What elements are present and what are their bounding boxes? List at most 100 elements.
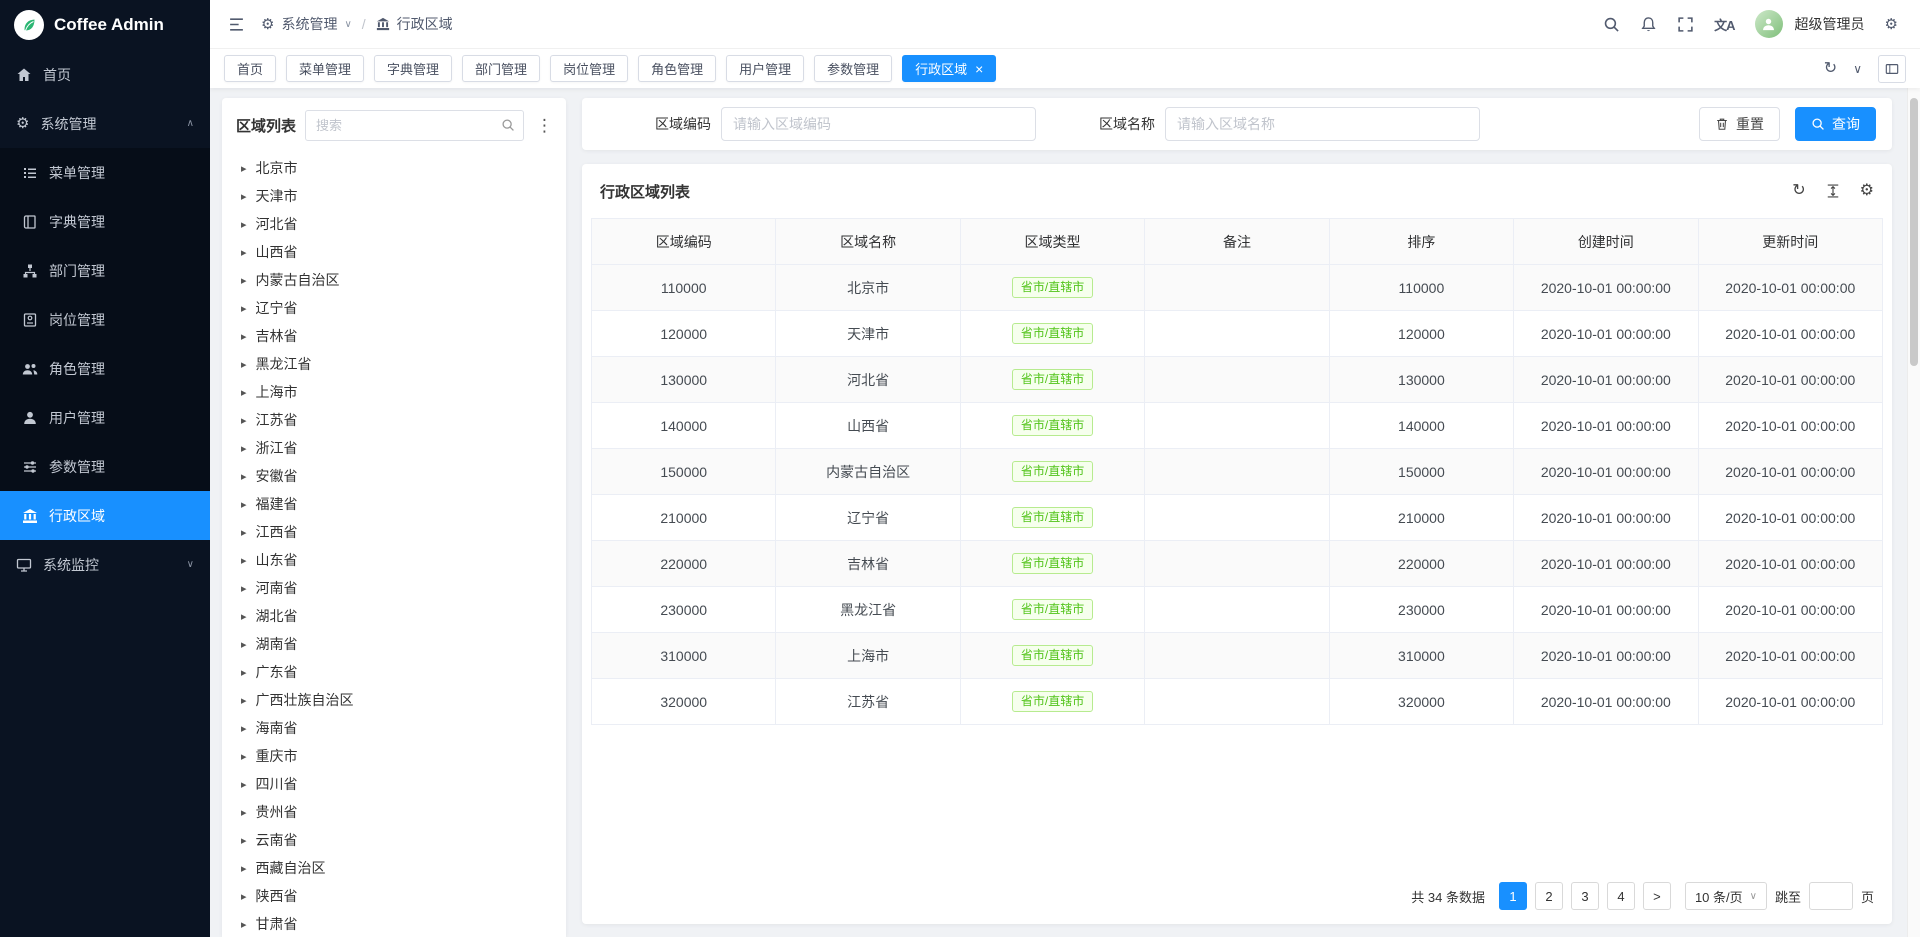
- chevron-down-icon[interactable]: ∨: [1853, 63, 1862, 75]
- tab-user-mgmt[interactable]: 用户管理: [726, 55, 804, 82]
- row-height-icon[interactable]: [1826, 183, 1840, 199]
- sidebar-item-menu-mgmt[interactable]: 菜单管理: [0, 148, 210, 197]
- tree-node[interactable]: ▸ 甘肃省: [222, 910, 566, 937]
- page-button-3[interactable]: 3: [1571, 882, 1599, 910]
- tree-node[interactable]: ▸ 贵州省: [222, 798, 566, 826]
- sidebar-item-dept-mgmt[interactable]: 部门管理: [0, 246, 210, 295]
- tree-node[interactable]: ▸ 内蒙古自治区: [222, 266, 566, 294]
- sidebar-item-home[interactable]: 首页: [0, 50, 210, 99]
- sidebar-item-label: 首页: [43, 65, 71, 85]
- more-options-icon[interactable]: ⋮: [533, 116, 556, 136]
- caret-right-icon: ▸: [241, 498, 247, 511]
- column-header: 区域名称: [776, 219, 960, 265]
- tab-region[interactable]: 行政区域 ×: [902, 55, 996, 82]
- tree-node[interactable]: ▸ 上海市: [222, 378, 566, 406]
- tree-node[interactable]: ▸ 广西壮族自治区: [222, 686, 566, 714]
- tab-post-mgmt[interactable]: 岗位管理: [550, 55, 628, 82]
- region-name-input[interactable]: [1165, 107, 1480, 141]
- table-row[interactable]: 150000 内蒙古自治区 省市/直辖市 150000 2020-10-01 0…: [592, 449, 1883, 495]
- bell-icon[interactable]: [1640, 16, 1657, 33]
- tree-node[interactable]: ▸ 河北省: [222, 210, 566, 238]
- jump-page-input[interactable]: [1809, 882, 1853, 910]
- tree-node[interactable]: ▸ 广东省: [222, 658, 566, 686]
- sidebar-item-role-mgmt[interactable]: 角色管理: [0, 344, 210, 393]
- tree-search-input[interactable]: [305, 110, 524, 141]
- tree-node[interactable]: ▸ 福建省: [222, 490, 566, 518]
- caret-right-icon: ▸: [241, 358, 247, 371]
- settings-gear-icon[interactable]: ⚙: [1885, 17, 1898, 32]
- table-row[interactable]: 230000 黑龙江省 省市/直辖市 230000 2020-10-01 00:…: [592, 587, 1883, 633]
- table-row[interactable]: 110000 北京市 省市/直辖市 110000 2020-10-01 00:0…: [592, 265, 1883, 311]
- table-row[interactable]: 140000 山西省 省市/直辖市 140000 2020-10-01 00:0…: [592, 403, 1883, 449]
- sidebar-item-user-mgmt[interactable]: 用户管理: [0, 393, 210, 442]
- table-row[interactable]: 310000 上海市 省市/直辖市 310000 2020-10-01 00:0…: [592, 633, 1883, 679]
- tab-dept-mgmt[interactable]: 部门管理: [462, 55, 540, 82]
- avatar[interactable]: [1755, 10, 1783, 38]
- tree-node[interactable]: ▸ 山西省: [222, 238, 566, 266]
- tree-node[interactable]: ▸ 江西省: [222, 518, 566, 546]
- tab-param-mgmt[interactable]: 参数管理: [814, 55, 892, 82]
- tree-node[interactable]: ▸ 安徽省: [222, 462, 566, 490]
- page-button-1[interactable]: 1: [1499, 882, 1527, 910]
- page-button-4[interactable]: 4: [1607, 882, 1635, 910]
- tree-node[interactable]: ▸ 四川省: [222, 770, 566, 798]
- chevron-down-icon: ∨: [187, 559, 194, 570]
- layout-panel-icon[interactable]: [1878, 55, 1906, 83]
- search-icon[interactable]: [1603, 16, 1620, 33]
- table-row[interactable]: 130000 河北省 省市/直辖市 130000 2020-10-01 00:0…: [592, 357, 1883, 403]
- page-button-2[interactable]: 2: [1535, 882, 1563, 910]
- page-size-select[interactable]: 10 条/页 ∨: [1685, 882, 1767, 910]
- tab-dict-mgmt[interactable]: 字典管理: [374, 55, 452, 82]
- fullscreen-icon[interactable]: [1677, 16, 1694, 33]
- tab-role-mgmt[interactable]: 角色管理: [638, 55, 716, 82]
- cell-remark: [1145, 541, 1329, 587]
- tree-node[interactable]: ▸ 重庆市: [222, 742, 566, 770]
- tree-node[interactable]: ▸ 辽宁省: [222, 294, 566, 322]
- tree-node[interactable]: ▸ 海南省: [222, 714, 566, 742]
- tree-node[interactable]: ▸ 北京市: [222, 154, 566, 182]
- sidebar-item-dict-mgmt[interactable]: 字典管理: [0, 197, 210, 246]
- tree-node[interactable]: ▸ 天津市: [222, 182, 566, 210]
- search-button[interactable]: 查询: [1795, 107, 1876, 141]
- tree-node[interactable]: ▸ 河南省: [222, 574, 566, 602]
- table-row[interactable]: 220000 吉林省 省市/直辖市 220000 2020-10-01 00:0…: [592, 541, 1883, 587]
- tree-node[interactable]: ▸ 山东省: [222, 546, 566, 574]
- translate-icon[interactable]: 文A: [1714, 15, 1734, 34]
- tab-menu-mgmt[interactable]: 菜单管理: [286, 55, 364, 82]
- tree-node-label: 山东省: [256, 550, 298, 570]
- tab-home[interactable]: 首页: [224, 55, 276, 82]
- table-row[interactable]: 320000 江苏省 省市/直辖市 320000 2020-10-01 00:0…: [592, 679, 1883, 725]
- close-icon[interactable]: ×: [975, 62, 983, 76]
- region-code-input[interactable]: [721, 107, 1036, 141]
- tree-node[interactable]: ▸ 江苏省: [222, 406, 566, 434]
- gear-icon[interactable]: ⚙: [1860, 183, 1874, 199]
- table-row[interactable]: 210000 辽宁省 省市/直辖市 210000 2020-10-01 00:0…: [592, 495, 1883, 541]
- tree-node[interactable]: ▸ 湖南省: [222, 630, 566, 658]
- refresh-icon[interactable]: ↻: [1824, 61, 1837, 77]
- reset-button[interactable]: 重置: [1699, 107, 1780, 141]
- sidebar-item-monitor[interactable]: 系统监控 ∨: [0, 540, 210, 589]
- tree-node[interactable]: ▸ 陕西省: [222, 882, 566, 910]
- sidebar-item-system-mgmt[interactable]: ⚙ 系统管理 ∧: [0, 99, 210, 148]
- tree-node[interactable]: ▸ 湖北省: [222, 602, 566, 630]
- sidebar-item-param-mgmt[interactable]: 参数管理: [0, 442, 210, 491]
- caret-right-icon: ▸: [241, 330, 247, 343]
- tree-node[interactable]: ▸ 云南省: [222, 826, 566, 854]
- chevron-down-icon: ∨: [344, 19, 351, 30]
- tab-label: 角色管理: [651, 59, 703, 78]
- sidebar-item-post-mgmt[interactable]: 岗位管理: [0, 295, 210, 344]
- tree-node[interactable]: ▸ 浙江省: [222, 434, 566, 462]
- scrollbar-thumb[interactable]: [1910, 98, 1918, 366]
- next-page-button[interactable]: >: [1643, 882, 1671, 910]
- tree-node[interactable]: ▸ 西藏自治区: [222, 854, 566, 882]
- monitor-icon: [16, 557, 32, 573]
- sidebar-item-region[interactable]: 行政区域: [0, 491, 210, 540]
- breadcrumb-section[interactable]: 系统管理: [281, 14, 337, 34]
- collapse-sidebar-icon[interactable]: [228, 16, 245, 33]
- tree-node[interactable]: ▸ 黑龙江省: [222, 350, 566, 378]
- vertical-scrollbar[interactable]: [1907, 88, 1920, 937]
- cell-region-code: 140000: [592, 403, 776, 449]
- table-row[interactable]: 120000 天津市 省市/直辖市 120000 2020-10-01 00:0…: [592, 311, 1883, 357]
- tree-node[interactable]: ▸ 吉林省: [222, 322, 566, 350]
- refresh-icon[interactable]: ↻: [1792, 183, 1805, 199]
